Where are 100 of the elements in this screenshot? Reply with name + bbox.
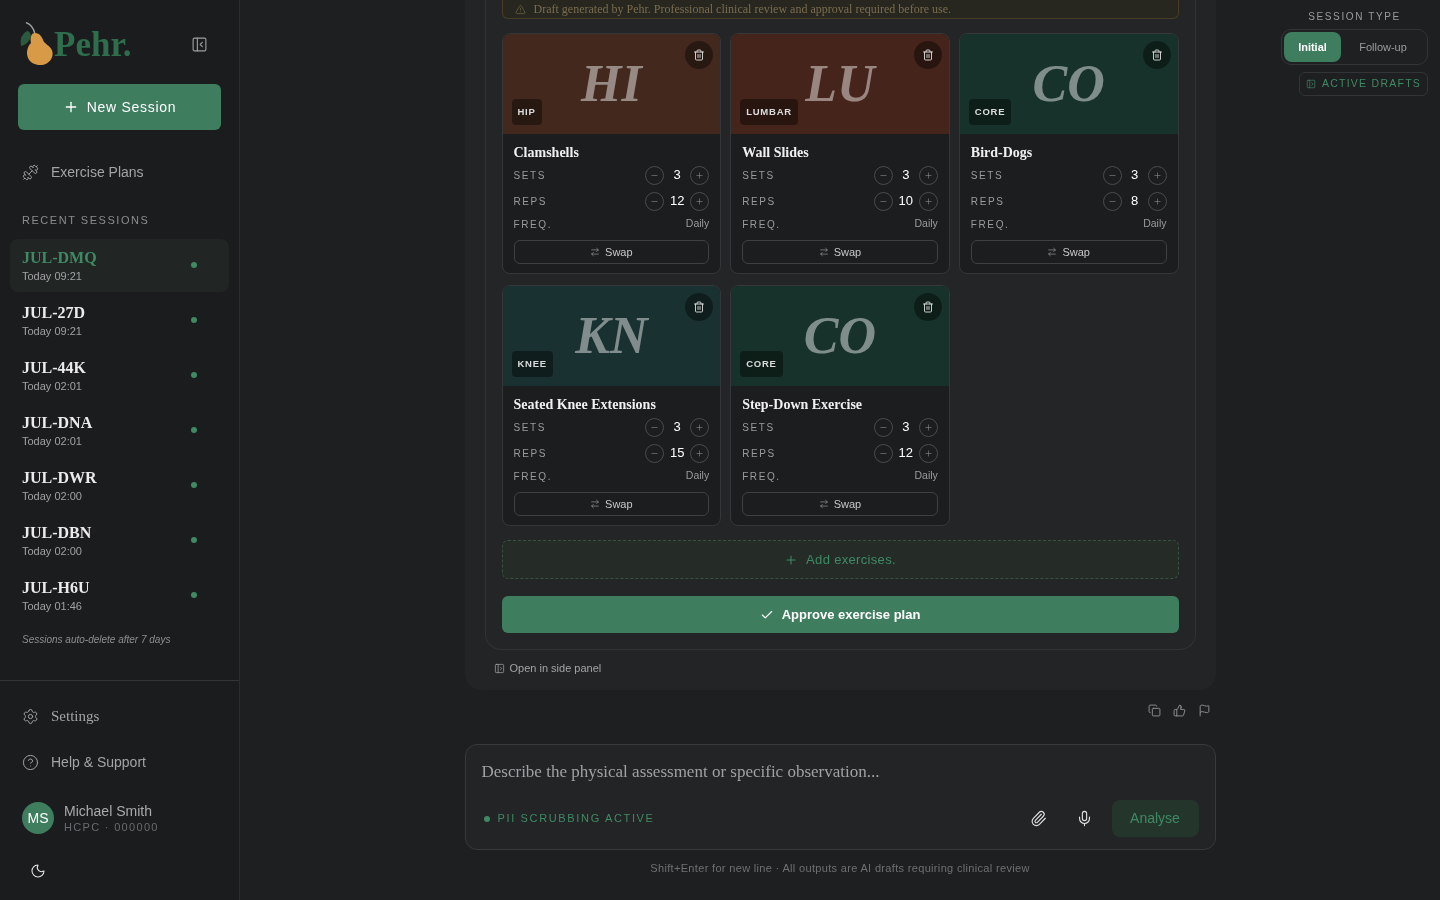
- session-type-option[interactable]: Initial: [1284, 32, 1341, 62]
- delete-button[interactable]: [913, 41, 942, 69]
- session-type-option[interactable]: Follow-up: [1341, 32, 1425, 62]
- collapse-sidebar-button[interactable]: [191, 35, 208, 53]
- open-side-panel-link[interactable]: Open in side panel: [493, 660, 602, 677]
- side-panel-icon: [1305, 79, 1316, 89]
- region-monogram: KN: [575, 310, 648, 362]
- swap-arrows-icon: [590, 247, 601, 257]
- stepper-value: 3: [672, 418, 682, 437]
- logo-wordmark: Pehr.: [54, 27, 132, 62]
- region-tag: LUMBAR: [740, 99, 798, 125]
- thumbs-up-icon: [1172, 703, 1186, 717]
- plus-icon: [923, 196, 933, 206]
- field-label: FREQ.: [742, 217, 781, 232]
- plus-icon: [695, 422, 705, 432]
- field-label: FREQ.: [513, 217, 553, 232]
- field-label: REPS: [513, 446, 548, 461]
- stepper-value: 12: [897, 444, 915, 463]
- plus-icon: [695, 448, 705, 458]
- session-item[interactable]: JUL-27D Today 09:21: [10, 293, 229, 347]
- plus-icon: [695, 196, 705, 206]
- session-item[interactable]: JUL-DWR Today 02:00: [10, 458, 229, 512]
- swap-arrows-icon: [818, 247, 829, 257]
- trash-icon: [1150, 49, 1163, 61]
- session-item[interactable]: JUL-44K Today 02:01: [10, 348, 229, 402]
- new-session-button[interactable]: New Session: [18, 84, 221, 130]
- session-item[interactable]: JUL-H6U Today 01:46: [10, 568, 229, 622]
- region-monogram: CO: [803, 310, 877, 362]
- stepper-value: 12: [668, 192, 686, 211]
- copy-icon: [1147, 703, 1161, 717]
- field-label: SETS: [742, 168, 775, 183]
- field-label: SETS: [513, 420, 547, 435]
- field-value: Daily: [914, 216, 938, 232]
- session-code: JUL-DMQ: [22, 247, 97, 268]
- theme-toggle-button[interactable]: [30, 863, 46, 879]
- stepper-value: 3: [1129, 166, 1140, 185]
- region-monogram: HI: [581, 58, 642, 110]
- active-drafts-button[interactable]: ACTIVE DRAFTS: [1299, 72, 1428, 96]
- exercise-name: Bird-Dogs: [970, 144, 1034, 162]
- stepper-value: 10: [897, 192, 915, 211]
- plus-icon: [923, 448, 933, 458]
- delete-button[interactable]: [1142, 41, 1171, 69]
- delete-button[interactable]: [685, 41, 714, 69]
- region-tag: HIP: [511, 99, 542, 125]
- swap-button[interactable]: Swap: [742, 492, 938, 516]
- session-time: Today 01:46: [22, 598, 83, 613]
- thumbs-up-button[interactable]: [1172, 703, 1186, 717]
- stepper-value: 3: [901, 418, 911, 437]
- dumbbell-icon: [22, 163, 39, 181]
- field-value: Daily: [685, 468, 710, 484]
- field-label: SETS: [513, 168, 547, 183]
- attach-button[interactable]: [1029, 810, 1047, 827]
- approve-plan-button[interactable]: Approve exercise plan: [501, 596, 1179, 633]
- field-label: REPS: [513, 194, 548, 209]
- field-label: SETS: [970, 168, 1004, 183]
- trash-icon: [693, 301, 706, 313]
- exercise-name: Seated Knee Extensions: [513, 396, 657, 414]
- delete-button[interactable]: [913, 293, 942, 321]
- settings-icon: [22, 707, 39, 725]
- session-item[interactable]: JUL-DMQ Today 09:21: [10, 238, 229, 292]
- region-tag: CORE: [740, 351, 783, 377]
- region-tag: KNEE: [511, 351, 553, 377]
- flag-button[interactable]: [1197, 703, 1211, 717]
- footer-nav-item[interactable]: Help & Support: [0, 750, 239, 774]
- delete-button[interactable]: [685, 293, 714, 321]
- session-time: Today 02:00: [22, 543, 83, 558]
- footer-nav-item[interactable]: Settings: [0, 704, 239, 728]
- flag-icon: [1197, 703, 1211, 717]
- pii-status: PII SCRUBBING ACTIVE: [497, 811, 655, 827]
- swap-arrows-icon: [590, 499, 601, 509]
- region-monogram: LU: [805, 58, 875, 110]
- nav-item[interactable]: Exercise Plans: [0, 160, 239, 184]
- session-item[interactable]: JUL-DNA Today 02:01: [10, 403, 229, 457]
- copy-button[interactable]: [1147, 703, 1161, 717]
- trash-icon: [921, 49, 934, 61]
- session-time: Today 02:00: [22, 488, 83, 503]
- session-time: Today 09:21: [22, 323, 83, 338]
- stepper-value: 8: [1129, 192, 1140, 211]
- moon-icon: [30, 863, 46, 879]
- section-heading: RECENT SESSIONS: [21, 213, 151, 228]
- plus-icon: [1152, 170, 1162, 180]
- field-value: Daily: [1143, 216, 1167, 232]
- stepper-value: 3: [672, 166, 682, 185]
- session-item[interactable]: JUL-DBN Today 02:00: [10, 513, 229, 567]
- exercise-name: Wall Slides: [742, 144, 810, 162]
- session-time: Today 02:01: [22, 378, 83, 393]
- swap-button[interactable]: Swap: [742, 240, 938, 264]
- swap-button[interactable]: Swap: [970, 240, 1167, 264]
- trash-icon: [693, 49, 706, 61]
- session-type-label: SESSION TYPE: [1308, 10, 1401, 24]
- field-label: REPS: [742, 446, 776, 461]
- exercise-name: Step-Down Exercise: [742, 396, 864, 414]
- help-icon: [22, 753, 39, 771]
- session-time: Today 09:21: [22, 268, 83, 283]
- field-label: REPS: [742, 194, 776, 209]
- swap-button[interactable]: Swap: [513, 240, 710, 264]
- plus-icon: [923, 422, 933, 432]
- swap-button[interactable]: Swap: [513, 492, 710, 516]
- session-time: Today 02:01: [22, 433, 83, 448]
- warning-icon: [514, 3, 526, 15]
